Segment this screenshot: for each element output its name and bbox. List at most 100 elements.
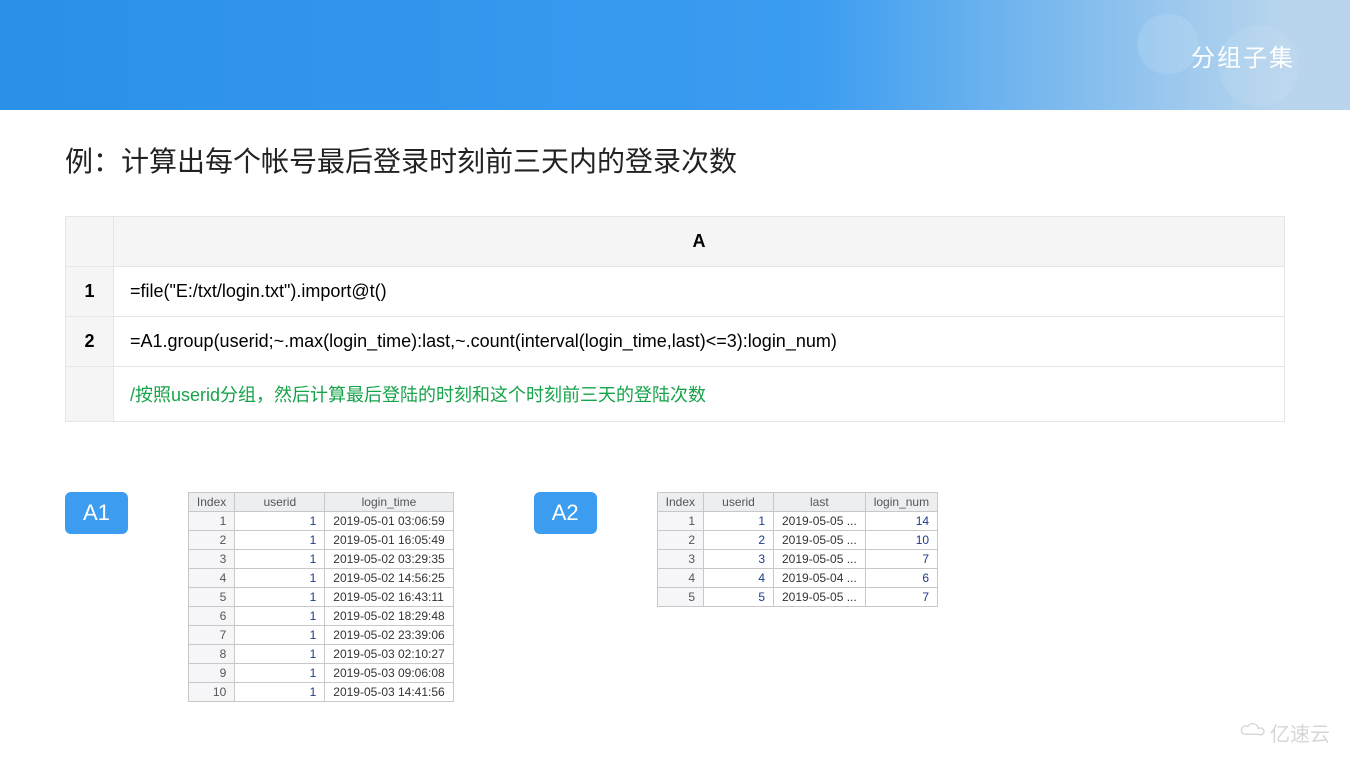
table-row: 912019-05-03 09:06:08 [188, 664, 453, 683]
cell-userid: 2 [704, 531, 774, 550]
a2-badge: A2 [534, 492, 597, 534]
cell-login-time: 2019-05-02 16:43:11 [325, 588, 453, 607]
results-area: A1 Index userid login_time 112019-05-01 … [65, 492, 1285, 702]
code-table-col-A: A [114, 217, 1285, 267]
watermark: 亿速云 [1238, 718, 1330, 747]
cell-last: 2019-05-05 ... [774, 531, 866, 550]
cell-index: 9 [188, 664, 234, 683]
cell-userid: 1 [235, 664, 325, 683]
a1-table: Index userid login_time 112019-05-01 03:… [188, 492, 454, 702]
table-row: 112019-05-05 ...14 [657, 512, 937, 531]
cell-index: 7 [188, 626, 234, 645]
watermark-text: 亿速云 [1270, 718, 1330, 747]
table-row: 222019-05-05 ...10 [657, 531, 937, 550]
col-last: last [774, 493, 866, 512]
cell-index: 5 [657, 588, 703, 607]
table-row: 312019-05-02 03:29:35 [188, 550, 453, 569]
code-table-corner [66, 217, 114, 267]
cell-index: 3 [657, 550, 703, 569]
cell-last: 2019-05-05 ... [774, 512, 866, 531]
cell-userid: 5 [704, 588, 774, 607]
table-row: 1 =file("E:/txt/login.txt").import@t() [66, 267, 1285, 317]
a1-badge: A1 [65, 492, 128, 534]
cell-login-time: 2019-05-03 14:41:56 [325, 683, 453, 702]
cell-userid: 1 [235, 645, 325, 664]
banner-title: 分组子集 [1191, 38, 1295, 73]
a2-header-row: Index userid last login_num [657, 493, 937, 512]
cell-index: 1 [188, 512, 234, 531]
table-row: 1012019-05-03 14:41:56 [188, 683, 453, 702]
result-a2-block: A2 Index userid last login_num 112019-05… [534, 492, 938, 607]
cell-index: 2 [657, 531, 703, 550]
cell-userid: 1 [235, 569, 325, 588]
cell-login-time: 2019-05-03 02:10:27 [325, 645, 453, 664]
cell-last: 2019-05-05 ... [774, 588, 866, 607]
cell-index: 3 [188, 550, 234, 569]
code-row-num: 2 [66, 317, 114, 367]
cell-index: 4 [657, 569, 703, 588]
cell-login-time: 2019-05-01 16:05:49 [325, 531, 453, 550]
col-login-num: login_num [865, 493, 937, 512]
cell-index: 4 [188, 569, 234, 588]
cell-login-num: 7 [865, 550, 937, 569]
cell-login-time: 2019-05-03 09:06:08 [325, 664, 453, 683]
table-row: 812019-05-03 02:10:27 [188, 645, 453, 664]
cell-index: 8 [188, 645, 234, 664]
cell-login-num: 7 [865, 588, 937, 607]
cell-login-time: 2019-05-02 14:56:25 [325, 569, 453, 588]
cell-userid: 4 [704, 569, 774, 588]
cell-userid: 3 [704, 550, 774, 569]
page-title: 例：计算出每个帐号最后登录时刻前三天内的登录次数 [65, 140, 1285, 180]
col-login-time: login_time [325, 493, 453, 512]
table-row: 412019-05-02 14:56:25 [188, 569, 453, 588]
code-row-num: 1 [66, 267, 114, 317]
col-userid: userid [235, 493, 325, 512]
cell-userid: 1 [235, 626, 325, 645]
col-userid: userid [704, 493, 774, 512]
cell-login-time: 2019-05-02 23:39:06 [325, 626, 453, 645]
cell-index: 2 [188, 531, 234, 550]
code-comment: /按照userid分组，然后计算最后登陆的时刻和这个时刻前三天的登陆次数 [114, 367, 1285, 422]
cell-login-time: 2019-05-02 03:29:35 [325, 550, 453, 569]
col-index: Index [657, 493, 703, 512]
cell-userid: 1 [704, 512, 774, 531]
cell-userid: 1 [235, 588, 325, 607]
cell-index: 10 [188, 683, 234, 702]
code-table: A 1 =file("E:/txt/login.txt").import@t()… [65, 216, 1285, 422]
cell-index: 6 [188, 607, 234, 626]
cell-index: 5 [188, 588, 234, 607]
cell-login-num: 10 [865, 531, 937, 550]
cell-userid: 1 [235, 531, 325, 550]
cell-login-time: 2019-05-02 18:29:48 [325, 607, 453, 626]
content: 例：计算出每个帐号最后登录时刻前三天内的登录次数 A 1 =file("E:/t… [0, 110, 1350, 702]
table-row: 212019-05-01 16:05:49 [188, 531, 453, 550]
a2-table: Index userid last login_num 112019-05-05… [657, 492, 938, 607]
code-cell: =A1.group(userid;~.max(login_time):last,… [114, 317, 1285, 367]
banner: 分组子集 [0, 0, 1350, 110]
table-row: 442019-05-04 ...6 [657, 569, 937, 588]
table-row: 612019-05-02 18:29:48 [188, 607, 453, 626]
cell-userid: 1 [235, 512, 325, 531]
table-row: 552019-05-05 ...7 [657, 588, 937, 607]
table-row: 112019-05-01 03:06:59 [188, 512, 453, 531]
cell-index: 1 [657, 512, 703, 531]
cell-login-num: 6 [865, 569, 937, 588]
table-row: /按照userid分组，然后计算最后登陆的时刻和这个时刻前三天的登陆次数 [66, 367, 1285, 422]
result-a1-block: A1 Index userid login_time 112019-05-01 … [65, 492, 454, 702]
cell-userid: 1 [235, 550, 325, 569]
table-row: 512019-05-02 16:43:11 [188, 588, 453, 607]
table-row: 332019-05-05 ...7 [657, 550, 937, 569]
a1-header-row: Index userid login_time [188, 493, 453, 512]
code-table-header-row: A [66, 217, 1285, 267]
cell-login-time: 2019-05-01 03:06:59 [325, 512, 453, 531]
cell-login-num: 14 [865, 512, 937, 531]
col-index: Index [188, 493, 234, 512]
code-cell: =file("E:/txt/login.txt").import@t() [114, 267, 1285, 317]
cell-userid: 1 [235, 607, 325, 626]
table-row: 2 =A1.group(userid;~.max(login_time):las… [66, 317, 1285, 367]
cloud-icon [1238, 720, 1266, 746]
table-row: 712019-05-02 23:39:06 [188, 626, 453, 645]
cell-last: 2019-05-05 ... [774, 550, 866, 569]
code-row-num [66, 367, 114, 422]
cell-last: 2019-05-04 ... [774, 569, 866, 588]
